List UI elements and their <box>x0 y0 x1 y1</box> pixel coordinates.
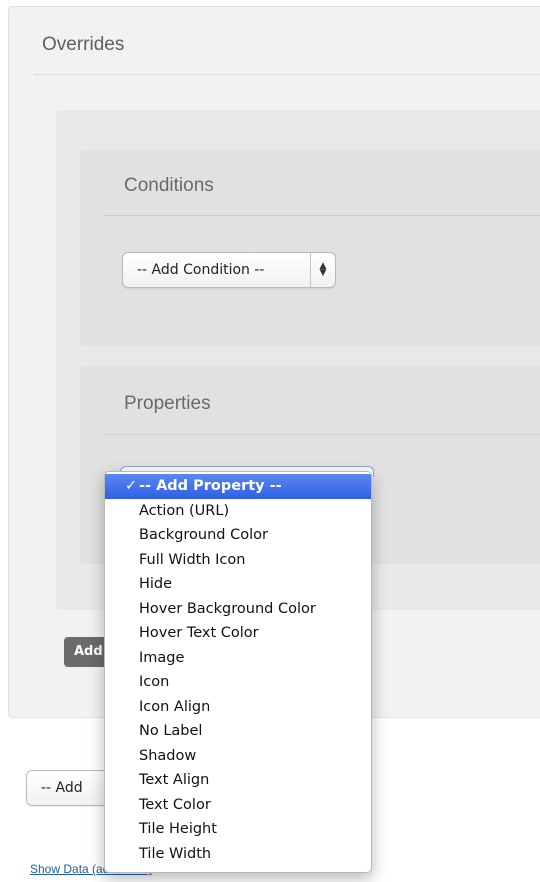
add-condition-label: -- Add Condition -- <box>137 262 265 278</box>
dropdown-item-add-property[interactable]: ✓ -- Add Property -- <box>105 474 371 499</box>
add-property-dropdown: ✓ -- Add Property -- Action (URL) Backgro… <box>104 471 372 873</box>
dropdown-item-icon-align[interactable]: Icon Align <box>105 695 371 720</box>
dropdown-item-text-color[interactable]: Text Color <box>105 793 371 818</box>
properties-divider <box>104 434 540 435</box>
dropdown-item-action-url[interactable]: Action (URL) <box>105 499 371 524</box>
dropdown-item-no-label[interactable]: No Label <box>105 719 371 744</box>
add-condition-select[interactable]: -- Add Condition -- ▲ ▼ <box>122 252 336 288</box>
dropdown-item-image[interactable]: Image <box>105 646 371 671</box>
check-icon: ✓ <box>125 478 138 494</box>
conditions-divider <box>104 215 540 216</box>
dropdown-item-hover-background-color[interactable]: Hover Background Color <box>105 597 371 622</box>
dropdown-item-shadow[interactable]: Shadow <box>105 744 371 769</box>
dropdown-item-hover-text-color[interactable]: Hover Text Color <box>105 621 371 646</box>
properties-title: Properties <box>124 393 211 414</box>
overrides-title: Overrides <box>42 34 125 55</box>
overrides-divider <box>34 74 540 75</box>
dropdown-item-full-width-icon[interactable]: Full Width Icon <box>105 548 371 573</box>
dropdown-item-tile-height[interactable]: Tile Height <box>105 817 371 842</box>
dropdown-item-tile-width[interactable]: Tile Width <box>105 842 371 867</box>
dropdown-item-label: -- Add Property -- <box>139 478 282 494</box>
conditions-title: Conditions <box>124 175 214 196</box>
dropdown-item-hide[interactable]: Hide <box>105 572 371 597</box>
dropdown-item-icon[interactable]: Icon <box>105 670 371 695</box>
dropdown-item-background-color[interactable]: Background Color <box>105 523 371 548</box>
select-arrows-icon: ▲ ▼ <box>310 253 335 287</box>
dropdown-item-text-align[interactable]: Text Align <box>105 768 371 793</box>
